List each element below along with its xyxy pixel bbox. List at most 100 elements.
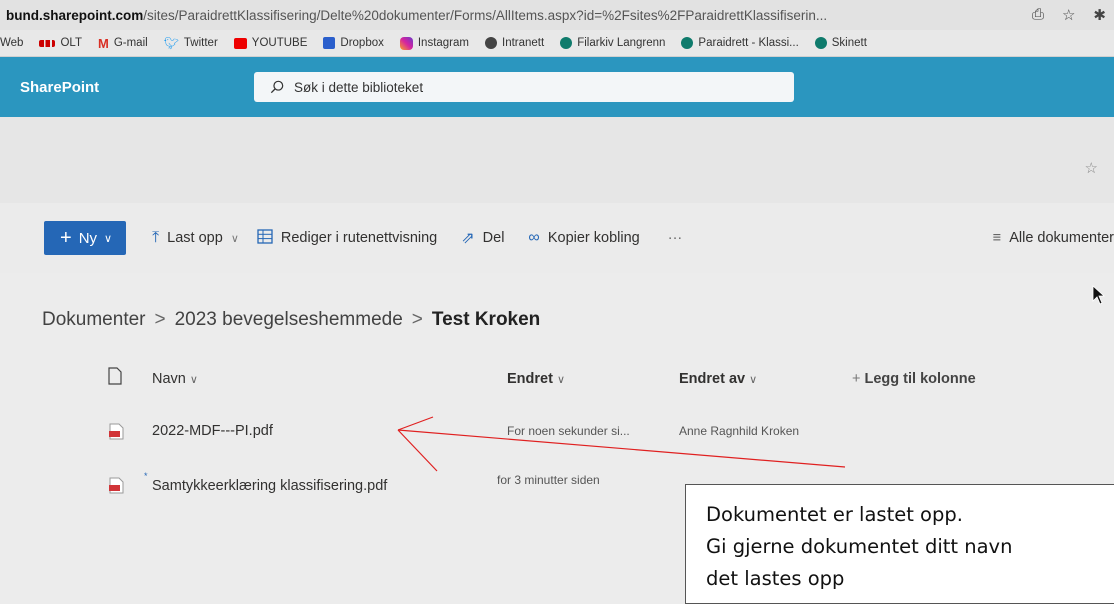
copy-link-label: Kopier kobling	[547, 230, 640, 246]
globe-icon	[485, 37, 497, 49]
bookmark-label: Dropbox	[340, 37, 384, 49]
breadcrumb-current: Test Kroken	[431, 309, 541, 330]
search-placeholder: Søk i dette biblioteket	[294, 79, 424, 95]
upload-icon: ⤒	[152, 229, 160, 246]
search-icon	[270, 80, 284, 94]
twitter-icon: 🐦︎	[163, 36, 179, 50]
plus-icon: +	[852, 371, 861, 387]
bookmarks-bar: Web OLT M G-mail 🐦︎ Twitter YOUTUBE Dropbo…	[0, 30, 1114, 57]
file-name[interactable]: Samtykkeerklæring klassifisering.pdf	[152, 478, 387, 494]
dropbox-icon	[323, 37, 336, 49]
more-icon: ···	[667, 230, 683, 246]
more-button[interactable]: ···	[668, 230, 683, 246]
sharepoint-icon	[681, 37, 694, 49]
instagram-icon	[399, 36, 413, 50]
command-bar: + Ny ∨ ⤒ Last opp ∨ Rediger i rutenettvi…	[0, 203, 1114, 273]
view-selector[interactable]: ≡ Alle dokumenter	[993, 230, 1114, 246]
column-label: Endret av	[679, 371, 746, 387]
bookmark-label: YOUTUBE	[251, 37, 308, 49]
url-text[interactable]: bund.sharepoint.com/sites/ParaidrettKlas…	[0, 8, 1024, 23]
share-label: Del	[482, 230, 505, 246]
url-path: /sites/ParaidrettKlassifisering/Delte%20…	[143, 7, 828, 23]
share-icon: ⇗	[461, 230, 475, 247]
breadcrumb: Dokumenter >2023 bevegelseshemmede > Test K…	[42, 309, 540, 331]
bookmark-intranett[interactable]: Intranett	[485, 37, 544, 49]
new-button-label: Ny	[78, 229, 98, 247]
table-row[interactable]: * Samtykkeerklæring klassifisering.pdf	[144, 471, 387, 494]
annotation-line: Dokumentet er lastet opp.	[706, 503, 963, 526]
extension-icon[interactable]: ✱	[1093, 6, 1106, 24]
bookmark-label: Twitter	[183, 37, 218, 49]
bookmark-web[interactable]: Web	[0, 37, 23, 49]
modified-cell: For noen sekunder si...	[507, 424, 630, 438]
add-column-label: Legg til kolonne	[864, 371, 976, 387]
grid-edit-label: Rediger i rutenettvisning	[280, 230, 438, 246]
bookmark-label: Paraidrett - Klassi...	[698, 37, 799, 49]
column-header-name[interactable]: Navn ∨	[152, 371, 198, 387]
sharepoint-icon	[814, 37, 827, 49]
bookmark-label: Filarkiv Langrenn	[577, 37, 666, 49]
bookmark-label: Intranett	[502, 37, 545, 49]
column-label: Navn	[152, 371, 186, 387]
lines-icon: ≡	[992, 230, 1002, 246]
annotation-callout: Dokumentet er lastet opp. Gi gjerne doku…	[685, 484, 1114, 604]
mouse-cursor-icon	[1092, 285, 1106, 305]
sharepoint-brand[interactable]: SharePoint	[20, 79, 254, 96]
site-banner: ☆	[0, 117, 1114, 203]
bookmark-instagram[interactable]: Instagram	[399, 36, 469, 50]
breadcrumb-separator: >	[154, 309, 166, 330]
column-header-modified[interactable]: Endret ∨	[507, 371, 565, 387]
table-row[interactable]: 2022-MDF---PI.pdf	[152, 423, 273, 439]
annotation-line: Gi gjerne dokumentet ditt navn	[706, 535, 1013, 558]
chevron-down-icon: ∨	[104, 232, 113, 245]
bookmark-dropbox[interactable]: Dropbox	[323, 37, 384, 49]
modified-cell: for 3 minutter siden	[497, 473, 600, 487]
annotation-line: det lastes opp	[706, 567, 845, 590]
share-icon[interactable]: ⎙	[1032, 6, 1044, 24]
gmail-icon: M	[97, 35, 109, 51]
chevron-down-icon: ∨	[189, 374, 198, 386]
bookmark-filarkiv[interactable]: Filarkiv Langrenn	[560, 37, 665, 49]
share-button[interactable]: ⇗ Del	[461, 228, 504, 248]
bookmark-star-icon[interactable]: ☆	[1062, 6, 1075, 24]
new-file-sparkle-icon: *	[144, 471, 148, 481]
link-icon: ∞	[528, 229, 540, 246]
youtube-icon	[233, 37, 247, 49]
sharepoint-header: SharePoint Søk i dette biblioteket	[0, 57, 1114, 117]
bookmark-label: Web	[0, 37, 24, 49]
breadcrumb-item-dokumenter[interactable]: Dokumenter	[42, 309, 146, 330]
chevron-down-icon: ∨	[556, 374, 566, 386]
bookmark-youtube[interactable]: YOUTUBE	[233, 37, 308, 49]
view-label: Alle dokumenter	[1009, 230, 1114, 246]
search-input[interactable]: Søk i dette biblioteket	[254, 72, 794, 102]
copy-link-button[interactable]: ∞ Kopier kobling	[528, 229, 639, 247]
bookmark-olt[interactable]: OLT	[39, 37, 82, 49]
file-name[interactable]: 2022-MDF---PI.pdf	[152, 423, 273, 439]
bookmark-label: OLT	[60, 37, 82, 49]
column-header-modified-by[interactable]: Endret av ∨	[679, 371, 757, 387]
modified-by-cell: Anne Ragnhild Kroken	[679, 424, 800, 438]
plus-icon: +	[60, 227, 72, 249]
breadcrumb-item-folder[interactable]: 2023 bevegelseshemmede	[175, 309, 403, 330]
add-column-button[interactable]: + Legg til kolonne	[852, 371, 976, 387]
bookmark-gmail[interactable]: M G-mail	[98, 36, 148, 51]
pdf-file-icon	[109, 477, 124, 494]
grid-icon	[257, 228, 273, 248]
pdf-file-icon	[109, 423, 124, 440]
olt-icon	[39, 39, 56, 47]
upload-button[interactable]: ⤒ Last opp ∨	[152, 229, 239, 247]
browser-address-bar[interactable]: bund.sharepoint.com/sites/ParaidrettKlas…	[0, 0, 1114, 30]
bookmark-skinett[interactable]: Skinett	[814, 37, 867, 49]
grid-edit-button[interactable]: Rediger i rutenettvisning	[257, 228, 438, 248]
bookmark-paraidrett[interactable]: Paraidrett - Klassi...	[681, 37, 799, 49]
bookmark-label: G-mail	[113, 37, 148, 49]
chevron-down-icon: ∨	[230, 232, 239, 245]
bookmark-label: Instagram	[417, 37, 469, 49]
breadcrumb-separator: >	[411, 309, 423, 330]
url-host: bund.sharepoint.com	[6, 7, 144, 23]
bookmark-label: Skinett	[831, 37, 867, 49]
new-button[interactable]: + Ny ∨	[44, 221, 127, 255]
upload-label: Last opp	[167, 230, 223, 246]
follow-star-icon[interactable]: ☆	[1085, 159, 1098, 177]
bookmark-twitter[interactable]: 🐦︎ Twitter	[164, 36, 218, 50]
